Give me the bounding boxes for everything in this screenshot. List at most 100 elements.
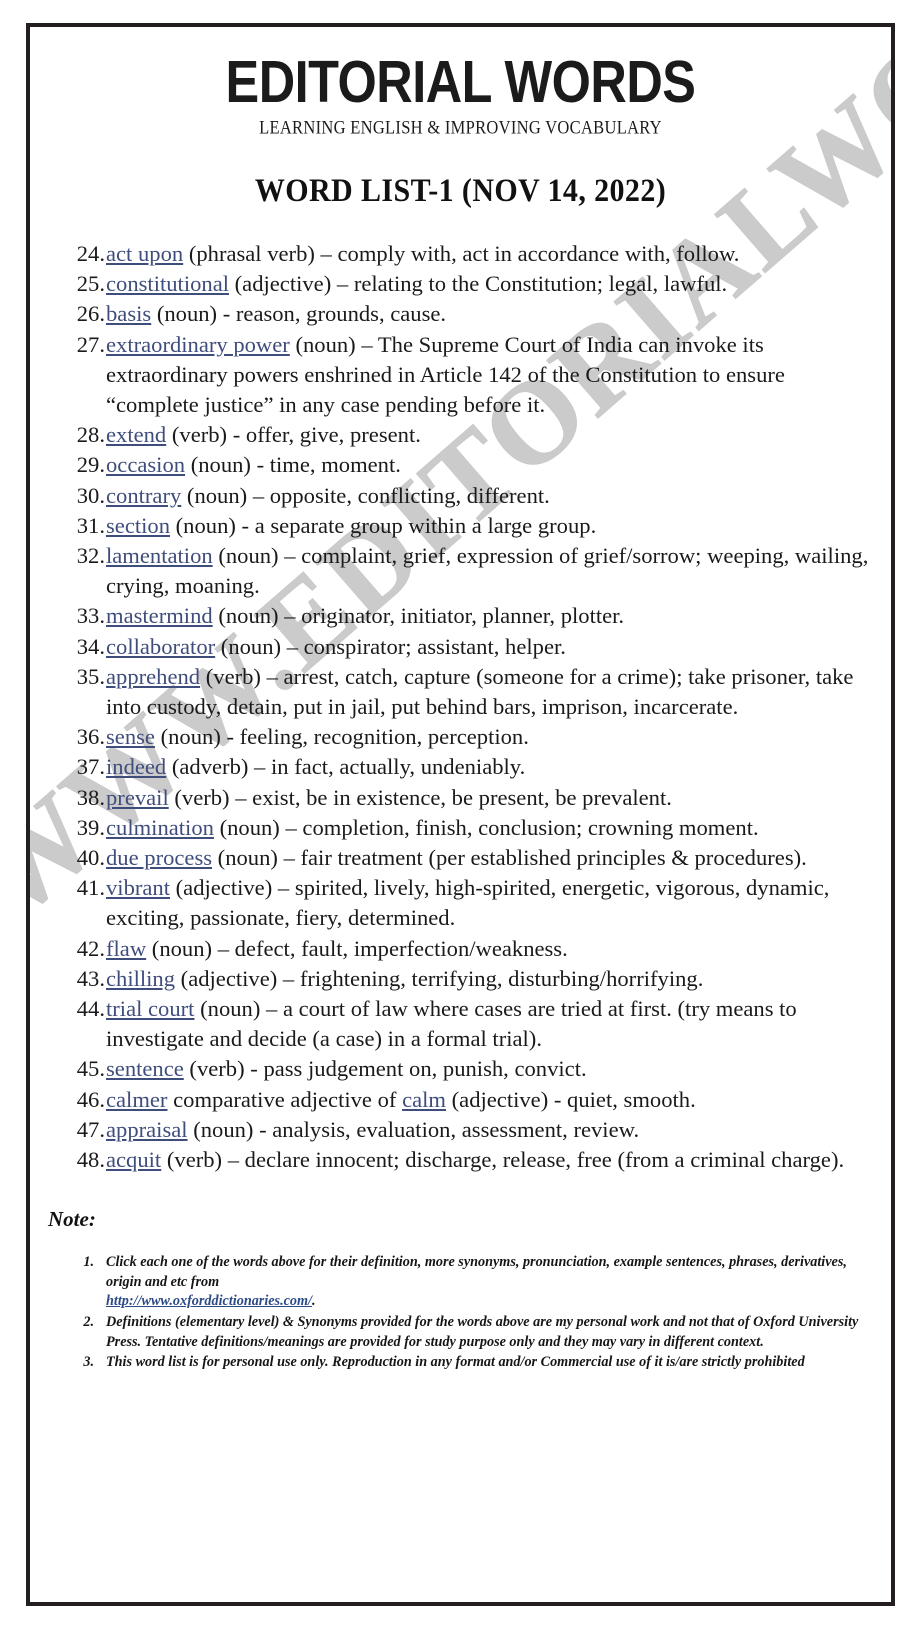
word-list-item-number: 31. [76, 512, 105, 538]
word-list-item-body: chilling (adjective) – frightening, terr… [106, 964, 873, 994]
word-list-item-body: trial court (noun) – a court of law wher… [106, 994, 873, 1054]
note-item-text: Definitions (elementary level) & Synonym… [106, 1314, 859, 1350]
word-list-item: 48. acquit (verb) – declare innocent; dis… [68, 1145, 873, 1175]
word-definition: (noun) – conspirator; assistant, helper. [215, 633, 566, 659]
note-item: 2. Definitions (elementary level) & Synon… [76, 1313, 867, 1352]
word-list-item-body: extraordinary power (noun) – The Supreme… [106, 330, 873, 421]
word-list-item: 44. trial court (noun) – a court of law w… [68, 994, 873, 1054]
word-list-item-body: flaw (noun) – defect, fault, imperfectio… [106, 934, 873, 964]
word-list-item-number: 36. [76, 724, 105, 750]
note-list: 1. Click each one of the words above for … [76, 1253, 867, 1373]
word-link[interactable]: extend [106, 422, 166, 447]
word-list-item: 40. due process (noun) – fair treatment (… [68, 843, 873, 873]
masthead: EDITORIAL WORDS LEARNING ENGLISH & IMPRO… [30, 27, 891, 138]
word-definition: (noun) – originator, initiator, planner,… [212, 603, 625, 629]
word-list-item-number: 44. [76, 996, 105, 1022]
word-definition: (noun) – fair treatment (per established… [212, 845, 807, 871]
word-list-item: 39. culmination (noun) – completion, fini… [68, 813, 873, 843]
note-item-number: 1. [83, 1254, 94, 1271]
word-link[interactable]: flaw [106, 936, 146, 961]
word-list-item: 47. appraisal (noun) - analysis, evaluati… [68, 1115, 873, 1145]
word-list-item-number: 41. [76, 875, 105, 901]
word-list-item-body: collaborator (noun) – conspirator; assis… [106, 632, 873, 662]
word-link[interactable]: mastermind [106, 603, 213, 628]
word-list-item: 38. prevail (verb) – exist, be in existen… [68, 783, 873, 813]
word-list-item-number: 39. [76, 814, 105, 840]
note-item-body: Click each one of the words above for th… [106, 1253, 867, 1312]
brand-title: EDITORIAL WORDS [225, 49, 696, 116]
word-list-item-connector: comparative adjective of [167, 1086, 403, 1112]
word-list-item-number: 25. [76, 271, 105, 297]
word-list-item-body: due process (noun) – fair treatment (per… [106, 843, 873, 873]
word-definition: (phrasal verb) – comply with, act in acc… [183, 241, 740, 266]
word-list-item-number: 28. [76, 422, 105, 448]
word-list-item-number: 42. [76, 935, 105, 961]
word-definition: (noun) - analysis, evaluation, assessmen… [187, 1116, 640, 1142]
note-item-number: 2. [83, 1314, 94, 1331]
word-definition: (noun) - time, moment. [185, 452, 401, 478]
word-link[interactable]: culmination [106, 815, 214, 840]
word-link[interactable]: sentence [106, 1056, 184, 1081]
word-list-item-number: 47. [76, 1116, 105, 1142]
word-link[interactable]: lamentation [106, 543, 213, 568]
word-list-item-number: 29. [76, 452, 105, 478]
word-list-item: 41. vibrant (adjective) – spirited, livel… [68, 873, 873, 933]
word-list-item-body: apprehend (verb) – arrest, catch, captur… [106, 662, 873, 722]
word-link[interactable]: act upon [106, 241, 183, 266]
word-link[interactable]: indeed [106, 754, 166, 779]
word-link[interactable]: trial court [106, 996, 194, 1021]
word-definition: (verb) – declare innocent; discharge, re… [161, 1147, 845, 1173]
word-list-item-body: prevail (verb) – exist, be in existence,… [106, 783, 873, 813]
word-list-item: 45. sentence (verb) - pass judgement on, … [68, 1054, 873, 1084]
word-link[interactable]: sense [106, 724, 155, 749]
word-list-item-number: 43. [76, 965, 105, 991]
word-link[interactable]: collaborator [106, 634, 215, 659]
note-item-text: This word list is for personal use only.… [106, 1354, 805, 1371]
word-link[interactable]: calmer [106, 1087, 167, 1112]
word-list-item: 33. mastermind (noun) – originator, initi… [68, 601, 873, 631]
word-list-item-number: 48. [76, 1147, 105, 1173]
word-link[interactable]: appraisal [106, 1117, 188, 1142]
word-definition: (adjective) – frightening, terrifying, d… [175, 965, 704, 991]
word-list-item: 29. occasion (noun) - time, moment. [68, 450, 873, 480]
word-list-item-body: indeed (adverb) – in fact, actually, und… [106, 752, 873, 782]
word-link[interactable]: chilling [106, 966, 175, 991]
oxford-dictionaries-link[interactable]: http://www.oxforddictionaries.com/ [106, 1293, 312, 1309]
word-link[interactable]: constitutional [106, 271, 229, 296]
word-list-item: 46. calmer comparative adjective of calm … [68, 1085, 873, 1115]
word-list-item-body: calmer comparative adjective of calm (ad… [106, 1085, 873, 1115]
word-list-item-number: 24. [76, 241, 105, 266]
word-list-item: 35. apprehend (verb) – arrest, catch, cap… [68, 662, 873, 722]
word-definition: (verb) - offer, give, present. [166, 422, 421, 448]
word-link[interactable]: extraordinary power [106, 332, 290, 357]
word-list-item-number: 38. [76, 784, 105, 810]
word-definition: (noun) – defect, fault, imperfection/wea… [146, 935, 568, 961]
word-list-item: 34. collaborator (noun) – conspirator; as… [68, 632, 873, 662]
word-link[interactable]: vibrant [106, 875, 170, 900]
word-list-item: 32. lamentation (noun) – complaint, grief… [68, 541, 873, 601]
word-list-item: 37. indeed (adverb) – in fact, actually, … [68, 752, 873, 782]
word-link[interactable]: prevail [106, 785, 169, 810]
word-link[interactable]: occasion [106, 452, 185, 477]
word-link-secondary[interactable]: calm [402, 1087, 446, 1112]
word-link[interactable]: due process [106, 845, 212, 870]
word-list-item-number: 40. [76, 845, 105, 871]
word-link[interactable]: basis [106, 301, 151, 326]
word-definition: (noun) – complaint, grief, expression of… [106, 543, 869, 599]
word-link[interactable]: contrary [106, 483, 181, 508]
word-list-item: 42. flaw (noun) – defect, fault, imperfec… [68, 934, 873, 964]
word-list-item-body: appraisal (noun) - analysis, evaluation,… [106, 1115, 873, 1145]
note-section: Note: 1. Click each one of the words abov… [40, 1207, 891, 1373]
word-definition: (noun) – completion, finish, conclusion;… [213, 814, 759, 840]
word-list-item-number: 30. [76, 482, 105, 508]
word-list-item-body: mastermind (noun) – originator, initiato… [106, 601, 873, 631]
word-link[interactable]: section [106, 513, 170, 538]
word-list-item-body: contrary (noun) – opposite, conflicting,… [106, 481, 873, 511]
word-link[interactable]: apprehend [106, 664, 200, 689]
page-title: WORD LIST-1 (NOV 14, 2022) [254, 172, 667, 209]
word-list-item-body: extend (verb) - offer, give, present. [106, 420, 873, 450]
word-list-item-body: occasion (noun) - time, moment. [106, 450, 873, 480]
note-item: 3. This word list is for personal use onl… [76, 1353, 867, 1373]
word-link[interactable]: acquit [106, 1147, 161, 1172]
word-list-item-number: 37. [76, 754, 105, 780]
